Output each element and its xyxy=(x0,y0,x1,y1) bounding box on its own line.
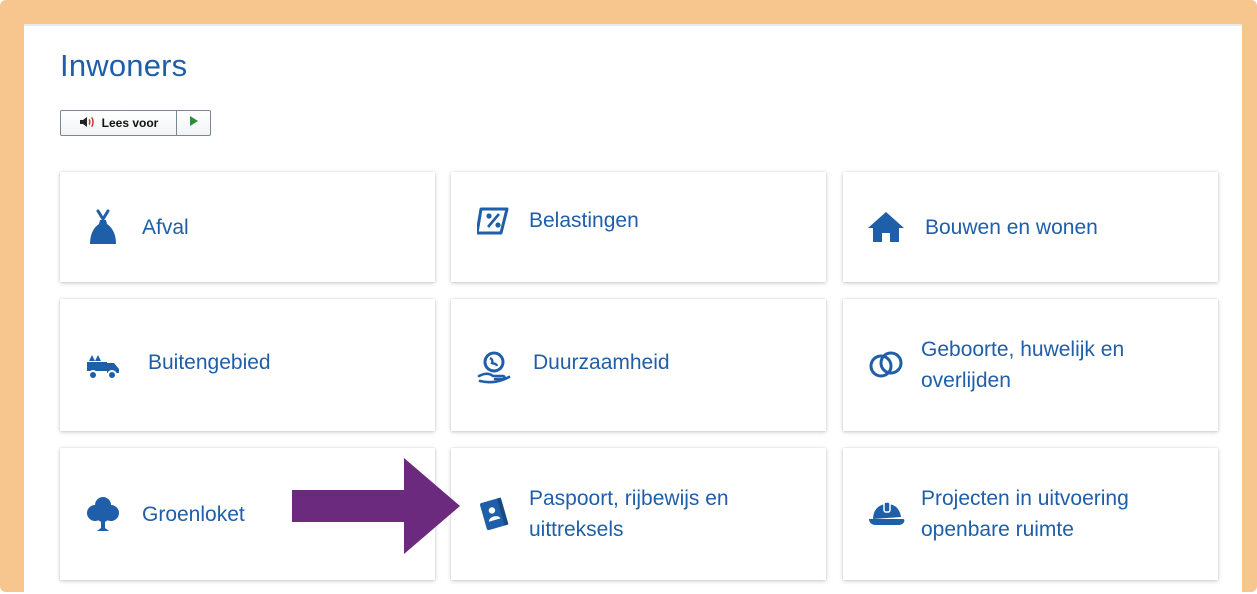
tile-label: Projecten in uitvoering openbare ruimte xyxy=(921,487,1129,541)
tile-label: Afval xyxy=(142,215,189,239)
passport-icon xyxy=(469,494,519,534)
rings-icon xyxy=(861,345,911,385)
tile-label: Duurzaamheid xyxy=(533,351,670,374)
tax-tag-icon xyxy=(469,205,519,237)
tile-label: Geboorte, huwelijk en overlijden xyxy=(921,338,1125,392)
tile-duurzaamheid[interactable]: Duurzaamheid xyxy=(451,299,826,431)
tile-label: Groenloket xyxy=(142,502,245,526)
pointer-arrow-icon xyxy=(292,458,460,554)
waste-bag-icon xyxy=(78,207,128,247)
tile-projecten-openbare-ruimte[interactable]: Projecten in uitvoering openbare ruimte xyxy=(843,448,1218,580)
tile-paspoort-rijbewijs-uittreksels[interactable]: Paspoort, rijbewijs en uittreksels xyxy=(451,448,826,580)
countryside-vehicle-icon xyxy=(78,347,128,387)
page-title: Inwoners xyxy=(60,48,188,83)
readspeaker-widget: Lees voor xyxy=(60,110,211,136)
tree-icon xyxy=(78,494,128,534)
tile-geboorte-huwelijk-overlijden[interactable]: Geboorte, huwelijk en overlijden xyxy=(843,299,1218,431)
play-icon xyxy=(189,114,199,132)
tile-label: Belastingen xyxy=(529,209,639,232)
page-content: Inwoners Lees voor Afval Belastingen Bou… xyxy=(24,24,1242,594)
tile-label: Paspoort, rijbewijs en uittreksels xyxy=(529,487,729,541)
hard-hat-icon xyxy=(861,494,911,534)
tile-belastingen[interactable]: Belastingen xyxy=(451,172,826,282)
tile-afval[interactable]: Afval xyxy=(60,172,435,282)
tile-bouwen-en-wonen[interactable]: Bouwen en wonen xyxy=(843,172,1218,282)
globe-hand-icon xyxy=(469,347,519,387)
tile-buitengebied[interactable]: Buitengebied xyxy=(60,299,435,431)
house-icon xyxy=(861,207,911,247)
read-aloud-button[interactable]: Lees voor xyxy=(61,111,177,135)
tile-label: Buitengebied xyxy=(148,351,271,374)
play-button[interactable] xyxy=(177,111,210,135)
tile-label: Bouwen en wonen xyxy=(925,215,1098,239)
speaker-icon xyxy=(79,115,97,132)
read-aloud-label: Lees voor xyxy=(101,116,159,130)
